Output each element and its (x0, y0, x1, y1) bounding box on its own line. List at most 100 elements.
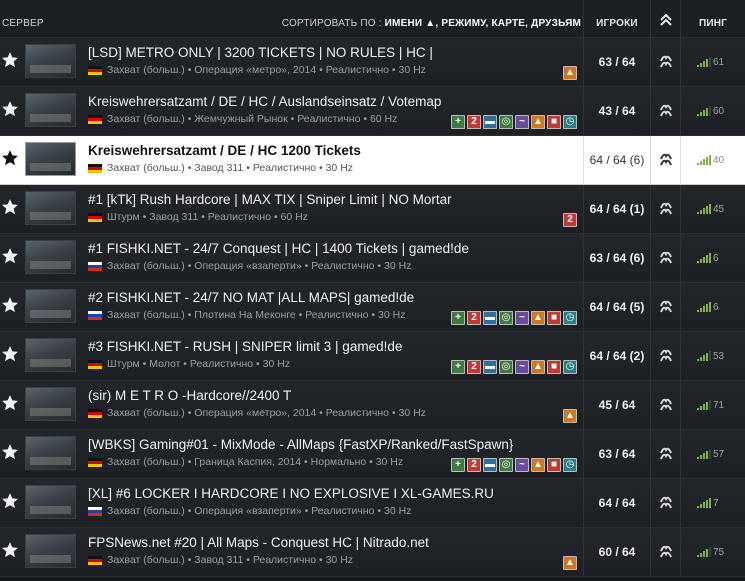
rank-chevron-icon (660, 496, 672, 509)
server-name: (sir) M E T R O -Hardcore//2400 T (88, 388, 292, 403)
server-row[interactable]: [WBKS] Gaming#01 - MixMode - AllMaps {Fa… (0, 430, 745, 479)
ping-bar (706, 108, 708, 116)
sort-by-friends[interactable]: ДРУЗЬЯМ (531, 18, 581, 29)
map-thumbnail (25, 485, 76, 519)
ping-bar (706, 402, 708, 410)
server-row[interactable]: (sir) M E T R O -Hardcore//2400 T Захват… (0, 381, 745, 430)
stop-badge-icon: ■ (547, 360, 561, 374)
ping-bar (697, 65, 699, 67)
map-thumbnail (25, 191, 76, 225)
sort-by-name[interactable]: ИМЕНИ ▲ (385, 18, 436, 29)
favorite-star-icon[interactable] (1, 541, 19, 559)
medic-badge-icon: + (451, 458, 465, 472)
ping-bar (703, 208, 705, 214)
server-settings-badges: ▲ (563, 409, 577, 423)
ping-bar (703, 404, 705, 410)
rank-cell (650, 87, 680, 135)
favorite-star-icon[interactable] (1, 394, 19, 412)
ping-value: 7 (713, 498, 719, 509)
favorite-star-icon[interactable] (1, 443, 19, 461)
rank-cell (650, 332, 680, 380)
ping-bar (706, 59, 708, 67)
rank-chevron-icon (660, 398, 672, 411)
server-settings-badges: +2 ▬ ◎ ~ ▲ ■ ◷ (451, 458, 577, 472)
server-row[interactable]: [XL] #6 LOCKER I HARDCORE I NO EXPLOSIVE… (0, 479, 745, 528)
ping-column-header[interactable]: ПИНГ (680, 0, 745, 38)
sort-by-mode[interactable]: РЕЖИМУ (441, 18, 485, 29)
ping-bar (697, 163, 699, 165)
ping-signal-icon (697, 449, 711, 459)
ping-bar (697, 261, 699, 263)
rank-chevron-icon (660, 300, 672, 313)
ping-bar (709, 449, 711, 459)
ping-bar (709, 155, 711, 165)
ping-signal-icon (697, 498, 711, 508)
server-settings-badges: ▲ (563, 556, 577, 570)
sort-by-map[interactable]: КАРТЕ (492, 18, 526, 29)
vehicle-badge-icon: ▬ (483, 311, 497, 325)
server-column-header[interactable]: СЕРВЕР (2, 18, 44, 29)
players-cell: 63 / 64 (6) (583, 234, 650, 282)
ping-bar (703, 257, 705, 263)
favorite-star-icon[interactable] (1, 247, 19, 265)
player-count: 64 / 64 (1) (589, 202, 645, 216)
ping-bar (709, 57, 711, 67)
players-cell: 63 / 64 (583, 430, 650, 478)
ping-value: 61 (713, 57, 725, 68)
server-row[interactable]: #1 [kTk] Rush Hardcore | MAX TIX | Snipe… (0, 185, 745, 234)
ping-bar (706, 353, 708, 361)
favorite-star-icon[interactable] (1, 100, 19, 118)
ping-value: 6 (713, 302, 719, 313)
players-column-header[interactable]: ИГРОКИ (583, 0, 650, 38)
timer-badge-icon: ◷ (563, 311, 577, 325)
server-row[interactable]: Kreiswehrersatzamt / DE / HC 1200 Ticket… (0, 136, 745, 185)
ping-signal-icon (697, 155, 711, 165)
ping-bar (697, 114, 699, 116)
server-row[interactable]: #2 FISHKI.NET - 24/7 NO MAT |ALL MAPS| g… (0, 283, 745, 332)
ping-cell: 75 (680, 528, 745, 576)
ping-bar (703, 159, 705, 165)
favorite-star-icon[interactable] (1, 492, 19, 510)
rank-column-header[interactable] (650, 0, 680, 38)
server-settings-badges: +2 ▬ ◎ ~ ▲ ■ ◷ (451, 311, 577, 325)
player-count: 43 / 64 (598, 104, 636, 118)
spotting-badge-icon: ◎ (499, 360, 513, 374)
server-row[interactable]: #1 FISHKI.NET - 24/7 Conquest | HC | 140… (0, 234, 745, 283)
server-details: Захват (больш.) • Операция «взаперти» • … (107, 260, 412, 272)
ping-bar (706, 549, 708, 557)
rank-cell (650, 38, 680, 86)
server-name: [WBKS] Gaming#01 - MixMode - AllMaps {Fa… (88, 437, 514, 452)
medic-badge-icon: + (451, 360, 465, 374)
players-cell: 64 / 64 (5) (583, 283, 650, 331)
fire-badge-icon: ▲ (531, 458, 545, 472)
server-row[interactable]: Kreiswehrersatzamt / DE / HC / Auslandse… (0, 87, 745, 136)
ping-bar (703, 110, 705, 116)
rank-cell (650, 234, 680, 282)
favorite-star-icon[interactable] (1, 296, 19, 314)
server-details: Захват (больш.) • Граница Каспия, 2014 •… (107, 456, 404, 468)
ping-bar (700, 112, 702, 116)
squad-two-badge-icon: 2 (467, 311, 481, 325)
ping-bar (703, 306, 705, 312)
server-name: [XL] #6 LOCKER I HARDCORE I NO EXPLOSIVE… (88, 486, 494, 501)
favorite-star-icon[interactable] (1, 51, 19, 69)
favorite-star-icon[interactable] (1, 149, 19, 167)
ping-bar (700, 210, 702, 214)
server-row[interactable]: [LSD] METRO ONLY | 3200 TICKETS | NO RUL… (0, 38, 745, 87)
player-count: 63 / 64 (598, 447, 636, 461)
ping-bar (709, 498, 711, 508)
ping-signal-icon (697, 57, 711, 67)
server-row[interactable]: FPSNews.net #20 | All Maps - Conquest HC… (0, 528, 745, 577)
ping-bar (709, 400, 711, 410)
rank-cell (650, 528, 680, 576)
favorite-star-icon[interactable] (1, 198, 19, 216)
country-flag-icon (88, 458, 102, 467)
fire-badge-icon: ▲ (563, 409, 577, 423)
spotting-badge-icon: ◎ (499, 311, 513, 325)
server-details: Штурм • Молот • Реалистично • 30 Hz (107, 358, 291, 370)
favorite-star-icon[interactable] (1, 345, 19, 363)
rank-chevron-icon (660, 153, 672, 166)
rank-chevron-icon (660, 251, 672, 264)
player-count: 60 / 64 (598, 545, 636, 559)
server-row[interactable]: #3 FISHKI.NET - RUSH | SNIPER limit 3 | … (0, 332, 745, 381)
